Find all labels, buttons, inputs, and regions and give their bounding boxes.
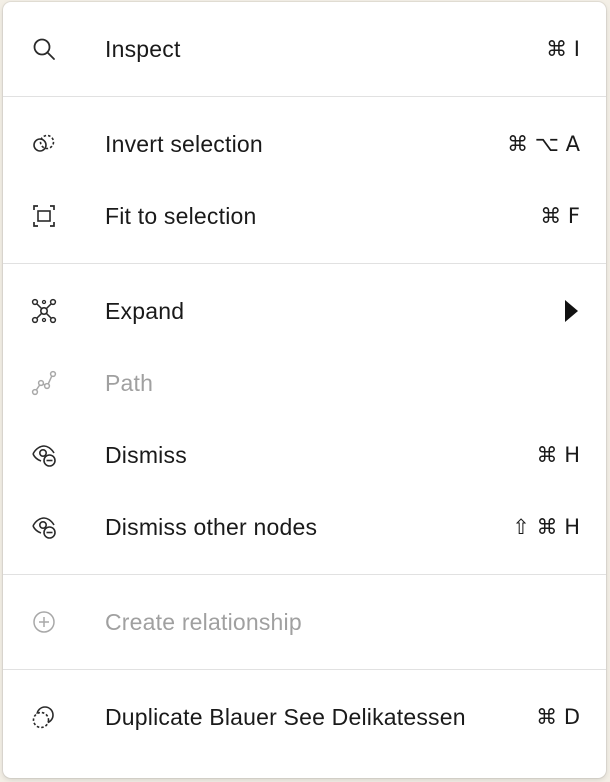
menu-group-inspect: Inspect ⌘ I [3,2,606,96]
menu-item-fit-to-selection[interactable]: Fit to selection ⌘ F [3,180,606,252]
menu-group-relationship: Create relationship [3,575,606,669]
menu-item-invert-selection[interactable]: Invert selection ⌘ ⌥ A [3,108,606,180]
menu-item-label: Create relationship [105,608,302,635]
menu-item-label: Dismiss other nodes [105,513,318,540]
menu-item-path: Path [3,347,606,419]
duplicate-node-icon [31,704,57,730]
fit-frame-icon [31,203,57,229]
menu-item-duplicate[interactable]: Duplicate Blauer See Delikatessen ⌘ D [3,681,606,753]
menu-item-label: Fit to selection [105,202,257,229]
path-icon [31,370,57,396]
shortcut-hint: ⌘ I [546,37,580,61]
menu-item-label: Invert selection [105,130,263,157]
menu-item-expand[interactable]: Expand [3,275,606,347]
menu-item-create-relationship: Create relationship [3,586,606,658]
shortcut-hint: ⌘ F [540,204,580,228]
eye-minus-icon [31,442,57,468]
menu-item-dismiss-other-nodes[interactable]: Dismiss other nodes ⇧ ⌘ H [3,491,606,563]
shortcut-hint: ⌘ ⌥ A [507,132,580,156]
caret-right-icon [565,300,578,322]
menu-item-dismiss[interactable]: Dismiss ⌘ H [3,419,606,491]
shortcut-hint: ⌘ H [536,443,580,467]
menu-item-inspect[interactable]: Inspect ⌘ I [3,13,606,85]
context-menu: Inspect ⌘ I Invert selection ⌘ ⌥ A Fit t… [3,2,606,778]
menu-item-label: Dismiss [105,441,187,468]
search-icon [31,36,57,62]
menu-group-duplicate: Duplicate Blauer See Delikatessen ⌘ D [3,670,606,764]
plus-circle-icon [31,609,57,635]
menu-group-graph: Expand Path Dismiss ⌘ H Dismiss other no… [3,264,606,574]
eye-minus-icon [31,514,57,540]
expand-graph-icon [31,298,57,324]
invert-selection-icon [31,131,57,157]
menu-item-label: Expand [105,297,185,324]
menu-item-label: Path [105,369,154,396]
menu-group-selection: Invert selection ⌘ ⌥ A Fit to selection … [3,97,606,263]
shortcut-hint: ⌘ D [536,705,580,729]
shortcut-hint: ⇧ ⌘ H [512,515,580,539]
menu-item-label: Duplicate Blauer See Delikatessen [105,703,466,730]
menu-item-label: Inspect [105,35,181,62]
